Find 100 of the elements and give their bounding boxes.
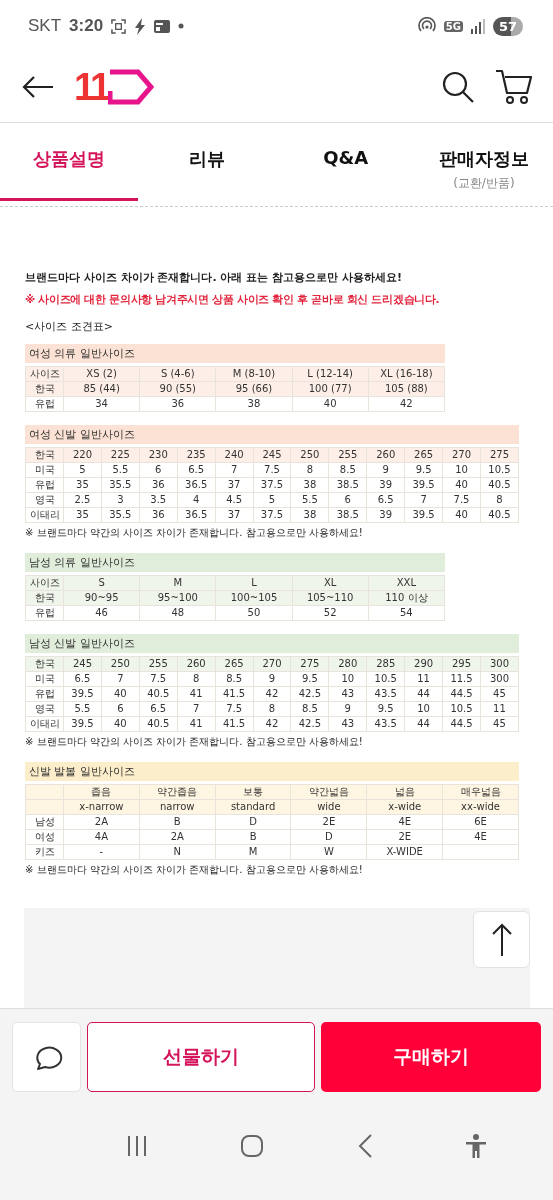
table-cell: 8 bbox=[480, 492, 519, 508]
size-note: ※ 브랜드마다 약간의 사이즈 차이가 존재합니다. 참고용으로만 사용하세요! bbox=[25, 526, 364, 540]
table-cell: 10 bbox=[404, 701, 443, 717]
table-cell: 6E bbox=[442, 814, 519, 830]
tab[interactable]: 상품설명 bbox=[0, 123, 139, 201]
table-cell: 43.5 bbox=[366, 686, 405, 702]
table-cell: 9.5 bbox=[366, 701, 405, 717]
table-cell: 45 bbox=[480, 716, 519, 732]
table-cell: 245 bbox=[63, 656, 102, 672]
table-cell: 사이즈 bbox=[25, 366, 64, 382]
table-cell: 8.5 bbox=[328, 462, 367, 478]
table-cell: 35.5 bbox=[101, 507, 140, 523]
table-cell: 7.5 bbox=[215, 701, 254, 717]
table-cell: 50 bbox=[215, 605, 293, 621]
table-cell: 6.5 bbox=[139, 701, 178, 717]
table-cell: 225 bbox=[101, 447, 140, 463]
table-cell: 42.5 bbox=[290, 716, 329, 732]
table-cell: 여성 bbox=[25, 829, 64, 845]
table-cell: - bbox=[63, 844, 140, 860]
table-cell: 키즈 bbox=[25, 844, 64, 860]
signal-icon bbox=[470, 18, 485, 34]
table-cell: 35.5 bbox=[101, 477, 140, 493]
table-cell: 5.5 bbox=[290, 492, 329, 508]
table-cell: 245 bbox=[253, 447, 291, 463]
table-cell: 46 bbox=[63, 605, 140, 621]
chat-button[interactable] bbox=[12, 1022, 81, 1092]
table-cell: 41 bbox=[177, 686, 216, 702]
table-cell: 42 bbox=[253, 716, 291, 732]
tab[interactable]: 판매자정보 (교환/반품) bbox=[414, 123, 553, 201]
inquiry-notice-text: ※ 사이즈에 대한 문의사항 남겨주시면 상품 사이즈 확인 후 곧바로 회신 드리겠습니다. bbox=[25, 293, 441, 307]
table-title: 여성 의류 일반사이즈 bbox=[25, 344, 445, 363]
table-cell: 8 bbox=[290, 462, 329, 478]
table-cell: 38 bbox=[215, 396, 293, 412]
table-cell: 4A bbox=[63, 829, 140, 845]
cart-icon[interactable] bbox=[495, 69, 533, 105]
table-cell: M (8-10) bbox=[215, 366, 293, 382]
table-cell: 약간좁음 bbox=[139, 784, 216, 800]
table-cell: 43 bbox=[328, 716, 367, 732]
table-cell: 6 bbox=[328, 492, 367, 508]
table-cell: 295 bbox=[442, 656, 481, 672]
gift-button[interactable]: 선물하기 bbox=[87, 1022, 315, 1092]
battery-indicator: 57 bbox=[492, 16, 523, 36]
home-icon[interactable] bbox=[240, 1134, 265, 1158]
table-cell: 10 bbox=[328, 671, 367, 687]
accessibility-icon[interactable] bbox=[464, 1133, 487, 1159]
table-cell: 10.5 bbox=[480, 462, 519, 478]
tab[interactable]: Q&A bbox=[276, 123, 415, 201]
buy-button[interactable]: 구매하기 bbox=[321, 1022, 541, 1092]
tab[interactable]: 리뷰 bbox=[138, 123, 277, 201]
table-cell: 40 bbox=[442, 507, 481, 523]
table-cell: 265 bbox=[404, 447, 443, 463]
recent-apps-icon[interactable] bbox=[126, 1135, 149, 1157]
table-cell: 40 bbox=[101, 686, 140, 702]
table-cell: D bbox=[215, 814, 291, 830]
table-cell: 38.5 bbox=[328, 507, 367, 523]
table-cell: B bbox=[139, 814, 216, 830]
table-cell: 5 bbox=[63, 462, 102, 478]
table-cell: XL (16-18) bbox=[368, 366, 445, 382]
table-cell: 11.5 bbox=[442, 671, 481, 687]
table-cell: 8 bbox=[177, 671, 216, 687]
table-cell: 54 bbox=[368, 605, 445, 621]
table-cell: B bbox=[215, 829, 291, 845]
table-cell: 좁음 bbox=[63, 784, 140, 800]
table-cell: 6.5 bbox=[63, 671, 102, 687]
table-cell: 11 bbox=[404, 671, 443, 687]
table-cell: 44.5 bbox=[442, 686, 481, 702]
table-cell: S (4-6) bbox=[139, 366, 216, 382]
table-cell: 250 bbox=[290, 447, 329, 463]
table-title: 남성 의류 일반사이즈 bbox=[25, 553, 445, 572]
back-icon[interactable] bbox=[356, 1134, 373, 1158]
table-cell: 7.5 bbox=[442, 492, 481, 508]
table-cell: 43.5 bbox=[366, 716, 405, 732]
scroll-top-button[interactable] bbox=[473, 911, 530, 968]
table-cell: M bbox=[215, 844, 291, 860]
table-cell: 40 bbox=[292, 396, 369, 412]
table-cell: 40.5 bbox=[480, 477, 519, 493]
table-cell: 275 bbox=[480, 447, 519, 463]
logo[interactable]: 11 bbox=[74, 68, 155, 106]
up-arrow-icon bbox=[490, 922, 513, 957]
table-cell: 8.5 bbox=[290, 701, 329, 717]
table-cell: 2.5 bbox=[63, 492, 102, 508]
back-arrow-icon[interactable] bbox=[22, 75, 54, 99]
table-cell: X-WIDE bbox=[366, 844, 443, 860]
table-cell: 10.5 bbox=[442, 701, 481, 717]
table-cell: 유럽 bbox=[25, 686, 64, 702]
chart-heading: <사이즈 조견표> bbox=[25, 319, 114, 334]
table-cell: 이태리 bbox=[25, 507, 64, 523]
table-cell: L bbox=[215, 575, 293, 591]
table-cell: 235 bbox=[177, 447, 216, 463]
table-cell: 35 bbox=[63, 477, 102, 493]
table-cell: 39.5 bbox=[404, 507, 443, 523]
table-cell: 52 bbox=[292, 605, 369, 621]
table-cell: 4E bbox=[442, 829, 519, 845]
table-cell: 2E bbox=[366, 829, 443, 845]
table-cell: 5.5 bbox=[63, 701, 102, 717]
table-cell: 3 bbox=[101, 492, 140, 508]
table-cell: 265 bbox=[215, 656, 254, 672]
search-icon[interactable] bbox=[441, 70, 475, 104]
table-cell: 2E bbox=[291, 814, 367, 830]
table-cell: N bbox=[139, 844, 216, 860]
